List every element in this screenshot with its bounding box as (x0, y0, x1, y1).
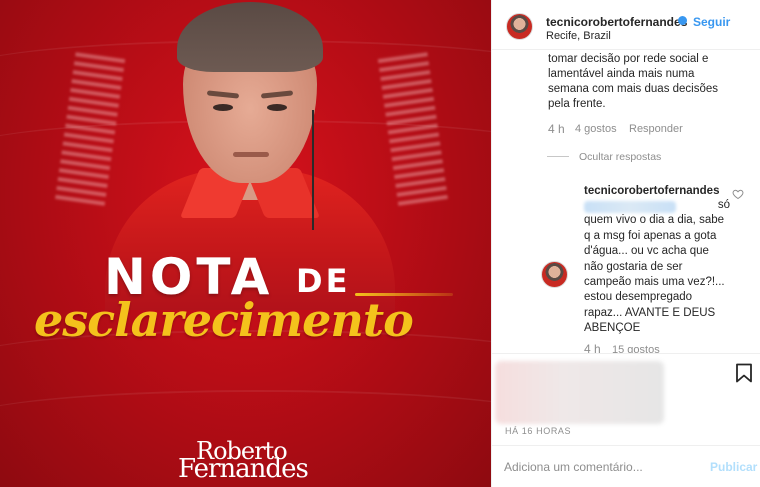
comment-bar: Publicar (492, 445, 760, 487)
post-image[interactable]: NOTA DE esclarecimento Roberto Fernandes (0, 0, 491, 487)
reply-avatar[interactable] (541, 261, 568, 288)
comment-input[interactable] (504, 458, 694, 476)
author-avatar[interactable] (506, 13, 533, 40)
reply-text-first: só (717, 199, 730, 211)
brand-logo-line-2: Fernandes (178, 454, 309, 484)
post-timestamp[interactable]: HÁ 16 HORAS (505, 426, 571, 436)
comment-line: semana com mais duas decisões (548, 83, 719, 95)
post-location[interactable]: Recife, Brazil (546, 30, 611, 42)
reply-time[interactable]: 4 h (584, 342, 601, 353)
hide-replies-button[interactable]: Ocultar respostas (579, 151, 661, 163)
bookmark-icon[interactable] (735, 363, 753, 383)
heart-icon[interactable] (732, 188, 744, 200)
follow-button[interactable]: Seguir (693, 15, 730, 29)
replies-divider (547, 156, 569, 157)
post-header: tecnicorobertofernandes Seguir Recife, B… (492, 0, 760, 50)
reply-text: só quem vivo o dia a dia, sabe q a msg f… (584, 198, 730, 337)
reply-button[interactable]: Responder (629, 123, 683, 135)
coach-portrait (105, 0, 395, 310)
comment-line: tomar decisão por rede social e (548, 53, 709, 65)
comment-list[interactable]: tomar decisão por rede social e lamentáv… (492, 50, 760, 353)
reply-username[interactable]: tecnicorobertofernandes (584, 185, 719, 197)
blurred-action-icons (495, 361, 664, 424)
comments-panel: tecnicorobertofernandes Seguir Recife, B… (491, 0, 760, 487)
reply-text-body: quem vivo o dia a dia, sabe q a msg foi … (584, 214, 725, 335)
comment-likes[interactable]: 4 gostos (575, 123, 617, 135)
author-username[interactable]: tecnicorobertofernandes (546, 15, 687, 29)
post-actions: HÁ 16 HORAS (492, 353, 760, 445)
comment-line: pela frente. (548, 98, 606, 110)
verified-badge-icon (678, 16, 687, 25)
reply-likes[interactable]: 15 gostos (612, 344, 660, 353)
headline-esclarecimento: esclarecimento (34, 293, 414, 347)
publish-button[interactable]: Publicar (710, 460, 757, 474)
comment-line: lamentável ainda mais numa (548, 68, 695, 80)
comment-time[interactable]: 4 h (548, 122, 565, 136)
